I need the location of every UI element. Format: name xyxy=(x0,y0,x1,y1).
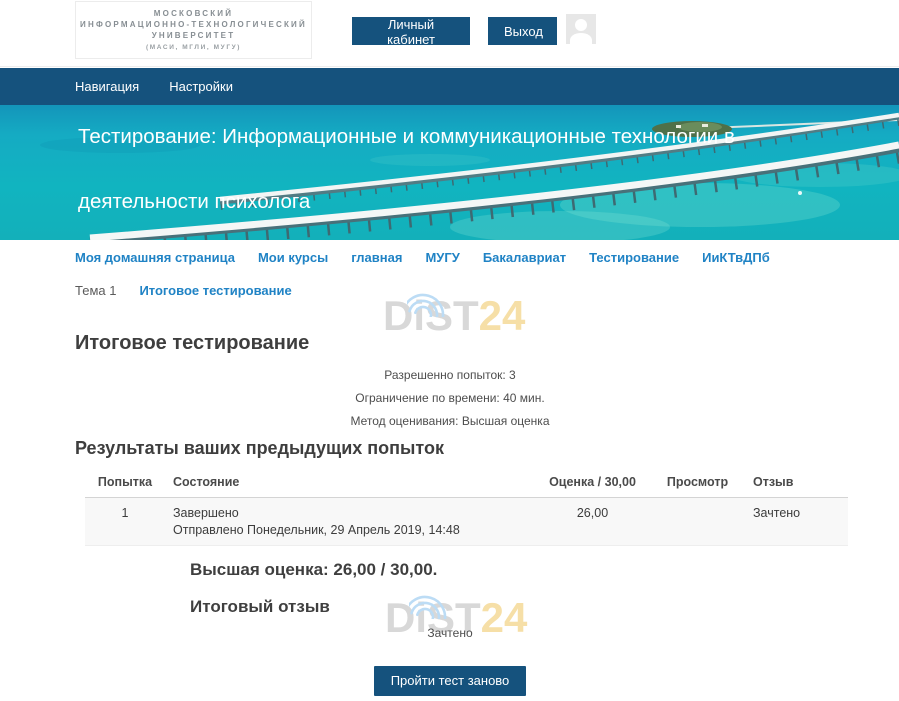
top-bar: МОСКОВСКИЙ ИНФОРМАЦИОННО-ТЕХНОЛОГИЧЕСКИЙ… xyxy=(0,0,899,67)
quiz-time-limit: Ограничение по времени: 40 мин. xyxy=(75,391,825,406)
breadcrumb-course[interactable]: ИиКТвДПб xyxy=(702,248,770,268)
final-feedback-heading: Итоговый отзыв xyxy=(190,597,330,617)
breadcrumb-testing[interactable]: Тестирование xyxy=(589,248,679,268)
user-avatar[interactable] xyxy=(566,14,596,44)
personal-cabinet-button[interactable]: Личный кабинет xyxy=(352,17,470,45)
cell-grade: 26,00 xyxy=(535,498,650,546)
table-header-row: Попытка Состояние Оценка / 30,00 Просмот… xyxy=(85,468,848,498)
nav-item-settings[interactable]: Настройки xyxy=(154,68,248,105)
breadcrumb-main[interactable]: главная xyxy=(351,248,402,268)
state-label: Завершено xyxy=(173,506,527,520)
col-header-grade: Оценка / 30,00 xyxy=(535,468,650,498)
breadcrumb-topic-1: Тема 1 xyxy=(75,281,116,301)
col-header-review: Просмотр xyxy=(650,468,745,498)
page-title: Тестирование: Информационные и коммуника… xyxy=(78,105,768,234)
quiz-attempts-allowed: Разрешенно попыток: 3 xyxy=(75,368,825,383)
attempts-table: Попытка Состояние Оценка / 30,00 Просмот… xyxy=(85,468,848,546)
retake-quiz-button[interactable]: Пройти тест заново xyxy=(374,666,527,696)
quiz-grading-method: Метод оценивания: Высшая оценка xyxy=(75,414,825,429)
quiz-info-block: Разрешенно попыток: 3 Ограничение по вре… xyxy=(75,368,825,437)
breadcrumb-final-test[interactable]: Итоговое тестирование xyxy=(139,281,291,301)
logo-line-3: УНИВЕРСИТЕТ xyxy=(152,30,236,41)
university-logo[interactable]: МОСКОВСКИЙ ИНФОРМАЦИОННО-ТЕХНОЛОГИЧЕСКИЙ… xyxy=(75,1,312,59)
breadcrumb-home[interactable]: Моя домашняя страница xyxy=(75,248,235,268)
logout-button[interactable]: Выход xyxy=(488,17,557,45)
nav-item-navigation[interactable]: Навигация xyxy=(60,68,154,105)
cell-feedback: Зачтено xyxy=(745,498,848,546)
wifi-signal-icon xyxy=(409,583,473,619)
cell-attempt-number: 1 xyxy=(85,498,165,546)
breadcrumb-mugu[interactable]: МУГУ xyxy=(425,248,459,268)
col-header-attempt: Попытка xyxy=(85,468,165,498)
quiz-title: Итоговое тестирование xyxy=(75,332,309,355)
col-header-feedback: Отзыв xyxy=(745,468,848,498)
col-header-state: Состояние xyxy=(165,468,535,498)
main-navbar: Навигация Настройки xyxy=(0,68,899,105)
moodle-quiz-page: МОСКОВСКИЙ ИНФОРМАЦИОННО-ТЕХНОЛОГИЧЕСКИЙ… xyxy=(0,0,899,701)
avatar-person-icon xyxy=(575,19,587,31)
breadcrumb: Моя домашняя страница Мои курсы главная … xyxy=(75,248,825,301)
logo-line-4: (МАСИ, МГЛИ, МУГУ) xyxy=(146,43,241,53)
breadcrumb-bachelor[interactable]: Бакалавриат xyxy=(483,248,566,268)
best-grade-text: Высшая оценка: 26,00 / 30,00. xyxy=(190,560,437,580)
retake-button-container: Пройти тест заново xyxy=(75,666,825,696)
results-heading: Результаты ваших предыдущих попыток xyxy=(75,438,444,459)
breadcrumb-my-courses[interactable]: Мои курсы xyxy=(258,248,328,268)
cell-review xyxy=(650,498,745,546)
state-submitted-date: Отправлено Понедельник, 29 Апрель 2019, … xyxy=(173,523,527,537)
course-hero-banner: Тестирование: Информационные и коммуника… xyxy=(0,105,899,240)
logo-line-1: МОСКОВСКИЙ xyxy=(154,8,233,19)
cell-state: Завершено Отправлено Понедельник, 29 Апр… xyxy=(165,498,535,546)
logo-line-2: ИНФОРМАЦИОННО-ТЕХНОЛОГИЧЕСКИЙ xyxy=(80,19,307,30)
final-feedback-value: Зачтено xyxy=(75,626,825,640)
table-row: 1 Завершено Отправлено Понедельник, 29 А… xyxy=(85,498,848,546)
